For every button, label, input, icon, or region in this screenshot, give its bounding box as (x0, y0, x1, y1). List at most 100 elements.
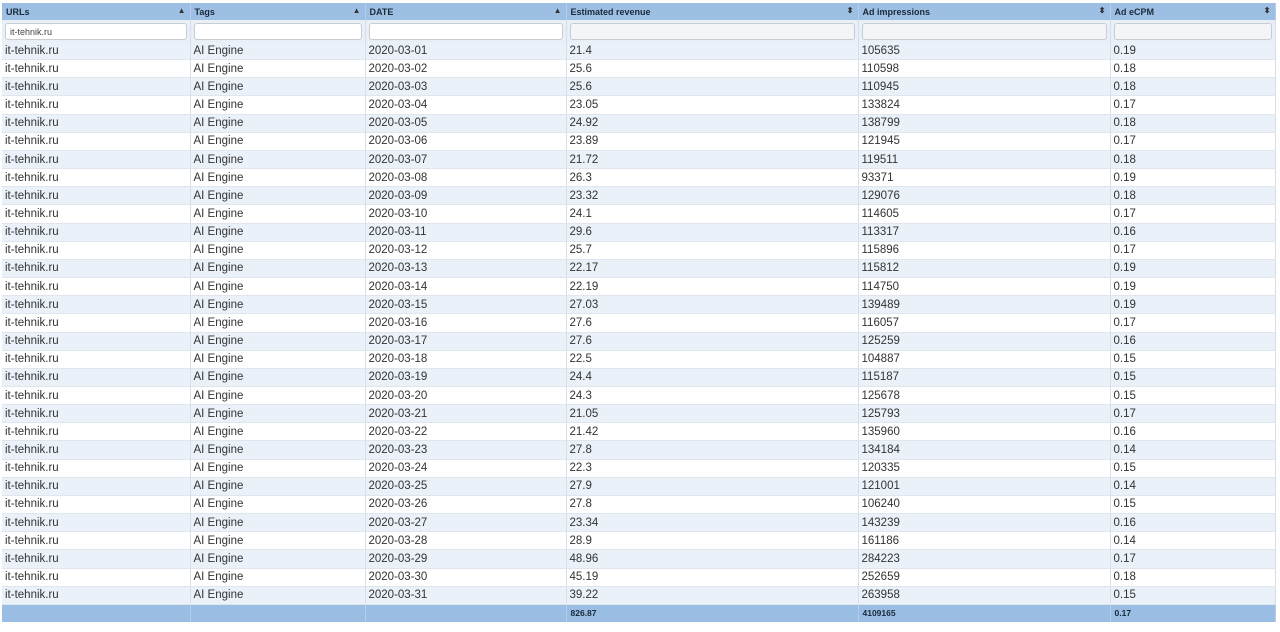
cell-date: 2020-03-13 (365, 259, 567, 279)
table-row[interactable]: it-tehnik.ru AI Engine 2020-03-31 39.22 2639… (2, 586, 1276, 605)
column-header-urls[interactable]: URLs ▲ (2, 3, 191, 20)
cell-ecpm: 0.19 (1110, 168, 1276, 188)
sort-both-icon[interactable]: ⬍ (847, 6, 854, 15)
table-row[interactable]: it-tehnik.ru AI Engine 2020-03-18 22.5 10488… (2, 350, 1276, 369)
table-row[interactable]: it-tehnik.ru AI Engine 2020-03-06 23.89 1219… (2, 132, 1276, 151)
cell-date: 2020-03-24 (365, 459, 567, 478)
cell-revenue: 24.92 (566, 114, 859, 133)
table-row[interactable]: it-tehnik.ru AI Engine 2020-03-24 22.3 12033… (2, 459, 1276, 478)
cell-tag: AI Engine (190, 204, 366, 224)
table-row[interactable]: it-tehnik.ru AI Engine 2020-03-10 24.1 11460… (2, 204, 1276, 224)
cell-revenue: 27.03 (566, 295, 859, 315)
table-row[interactable]: it-tehnik.ru AI Engine 2020-03-19 24.4 11518… (2, 368, 1276, 387)
table-row[interactable]: it-tehnik.ru AI Engine 2020-03-13 22.17 1158… (2, 259, 1276, 279)
cell-url: it-tehnik.ru (2, 422, 191, 442)
cell-revenue: 45.19 (566, 568, 859, 587)
cell-url: it-tehnik.ru (2, 440, 191, 460)
table-row[interactable]: it-tehnik.ru AI Engine 2020-03-16 27.6 11605… (2, 313, 1276, 333)
cell-impressions: 116057 (858, 313, 1111, 333)
table-row[interactable]: it-tehnik.ru AI Engine 2020-03-14 22.19 1147… (2, 277, 1276, 297)
cell-revenue: 22.19 (566, 277, 859, 297)
cell-ecpm: 0.17 (1110, 404, 1276, 424)
cell-revenue: 28.9 (566, 531, 859, 551)
cell-url: it-tehnik.ru (2, 277, 191, 297)
table-row[interactable]: it-tehnik.ru AI Engine 2020-03-01 21.4 10563… (2, 42, 1276, 61)
table-row[interactable]: it-tehnik.ru AI Engine 2020-03-21 21.05 1257… (2, 404, 1276, 424)
table-row[interactable]: it-tehnik.ru AI Engine 2020-03-11 29.6 11331… (2, 223, 1276, 242)
date-filter-input[interactable] (368, 23, 563, 41)
cell-revenue: 25.7 (566, 241, 859, 260)
cell-tag: AI Engine (190, 440, 366, 460)
cell-ecpm: 0.18 (1110, 114, 1276, 133)
cell-date: 2020-03-20 (365, 386, 567, 406)
column-header-date[interactable]: DATE ▲ (365, 3, 567, 20)
cell-impressions: 115812 (858, 259, 1111, 279)
table-row[interactable]: it-tehnik.ru AI Engine 2020-03-30 45.19 2526… (2, 568, 1276, 587)
cell-impressions: 114605 (858, 204, 1111, 224)
column-header-tags[interactable]: Tags ▲ (190, 3, 366, 20)
cell-tag: AI Engine (190, 95, 366, 115)
cell-impressions: 263958 (858, 586, 1111, 605)
table-row[interactable]: it-tehnik.ru AI Engine 2020-03-03 25.6 11094… (2, 77, 1276, 97)
cell-date: 2020-03-17 (365, 332, 567, 351)
table-row[interactable]: it-tehnik.ru AI Engine 2020-03-28 28.9 16118… (2, 531, 1276, 551)
column-header-revenue[interactable]: Estimated revenue ⬍ (566, 3, 859, 20)
cell-date: 2020-03-07 (365, 150, 567, 170)
table-row[interactable]: it-tehnik.ru AI Engine 2020-03-07 21.72 1195… (2, 150, 1276, 170)
sort-asc-icon[interactable]: ▲ (178, 6, 186, 15)
table-row[interactable]: it-tehnik.ru AI Engine 2020-03-22 21.42 1359… (2, 422, 1276, 442)
cell-impressions: 93371 (858, 168, 1111, 188)
header-label: Estimated revenue (570, 6, 651, 17)
totals-row: 826.87 4109165 0.17 (2, 604, 1276, 622)
cell-url: it-tehnik.ru (2, 586, 191, 605)
urls-filter-input[interactable] (5, 23, 187, 41)
table-row[interactable]: it-tehnik.ru AI Engine 2020-03-09 23.32 1290… (2, 186, 1276, 206)
table-row[interactable]: it-tehnik.ru AI Engine 2020-03-02 25.6 11059… (2, 59, 1276, 79)
revenue-filter-input[interactable] (569, 23, 855, 41)
table-row[interactable]: it-tehnik.ru AI Engine 2020-03-17 27.6 12525… (2, 332, 1276, 351)
cell-tag: AI Engine (190, 223, 366, 242)
column-header-ecpm[interactable]: Ad eCPM ⬍ (1110, 3, 1276, 20)
cell-tag: AI Engine (190, 368, 366, 387)
cell-tag: AI Engine (190, 259, 366, 279)
cell-date: 2020-03-03 (365, 77, 567, 97)
table-row[interactable]: it-tehnik.ru AI Engine 2020-03-27 23.34 1432… (2, 513, 1276, 533)
sort-asc-icon[interactable]: ▲ (353, 6, 361, 15)
cell-url: it-tehnik.ru (2, 59, 191, 79)
sort-asc-icon[interactable]: ▲ (554, 6, 562, 15)
table-row[interactable]: it-tehnik.ru AI Engine 2020-03-05 24.92 1387… (2, 114, 1276, 133)
cell-revenue: 23.05 (566, 95, 859, 115)
cell-revenue: 21.42 (566, 422, 859, 442)
cell-date: 2020-03-16 (365, 313, 567, 333)
table-row[interactable]: it-tehnik.ru AI Engine 2020-03-15 27.03 1394… (2, 295, 1276, 315)
cell-impressions: 161186 (858, 531, 1111, 551)
cell-date: 2020-03-04 (365, 95, 567, 115)
table-row[interactable]: it-tehnik.ru AI Engine 2020-03-20 24.3 12567… (2, 386, 1276, 406)
table-row[interactable]: it-tehnik.ru AI Engine 2020-03-25 27.9 12100… (2, 477, 1276, 496)
cell-ecpm: 0.18 (1110, 59, 1276, 79)
cell-revenue: 24.1 (566, 204, 859, 224)
sort-both-icon[interactable]: ⬍ (1099, 6, 1106, 15)
table-row[interactable]: it-tehnik.ru AI Engine 2020-03-26 27.8 10624… (2, 495, 1276, 515)
cell-url: it-tehnik.ru (2, 531, 191, 551)
ecpm-filter-input[interactable] (1113, 23, 1272, 41)
column-header-impressions[interactable]: Ad impressions ⬍ (858, 3, 1111, 20)
table-row[interactable]: it-tehnik.ru AI Engine 2020-03-08 26.3 93371… (2, 168, 1276, 188)
cell-revenue: 27.8 (566, 495, 859, 515)
total-tag (190, 604, 366, 622)
impressions-filter-input[interactable] (861, 23, 1107, 41)
header-label: Tags (194, 6, 215, 17)
table-row[interactable]: it-tehnik.ru AI Engine 2020-03-04 23.05 1338… (2, 95, 1276, 115)
cell-url: it-tehnik.ru (2, 332, 191, 351)
cell-url: it-tehnik.ru (2, 186, 191, 206)
cell-date: 2020-03-11 (365, 223, 567, 242)
cell-url: it-tehnik.ru (2, 368, 191, 387)
table-row[interactable]: it-tehnik.ru AI Engine 2020-03-23 27.8 13418… (2, 440, 1276, 460)
table-row[interactable]: it-tehnik.ru AI Engine 2020-03-29 48.96 2842… (2, 549, 1276, 569)
table-row[interactable]: it-tehnik.ru AI Engine 2020-03-12 25.7 11589… (2, 241, 1276, 260)
cell-impressions: 106240 (858, 495, 1111, 515)
sort-both-icon[interactable]: ⬍ (1264, 6, 1271, 15)
tags-filter-input[interactable] (193, 23, 362, 41)
cell-url: it-tehnik.ru (2, 168, 191, 188)
cell-date: 2020-03-01 (365, 42, 567, 61)
